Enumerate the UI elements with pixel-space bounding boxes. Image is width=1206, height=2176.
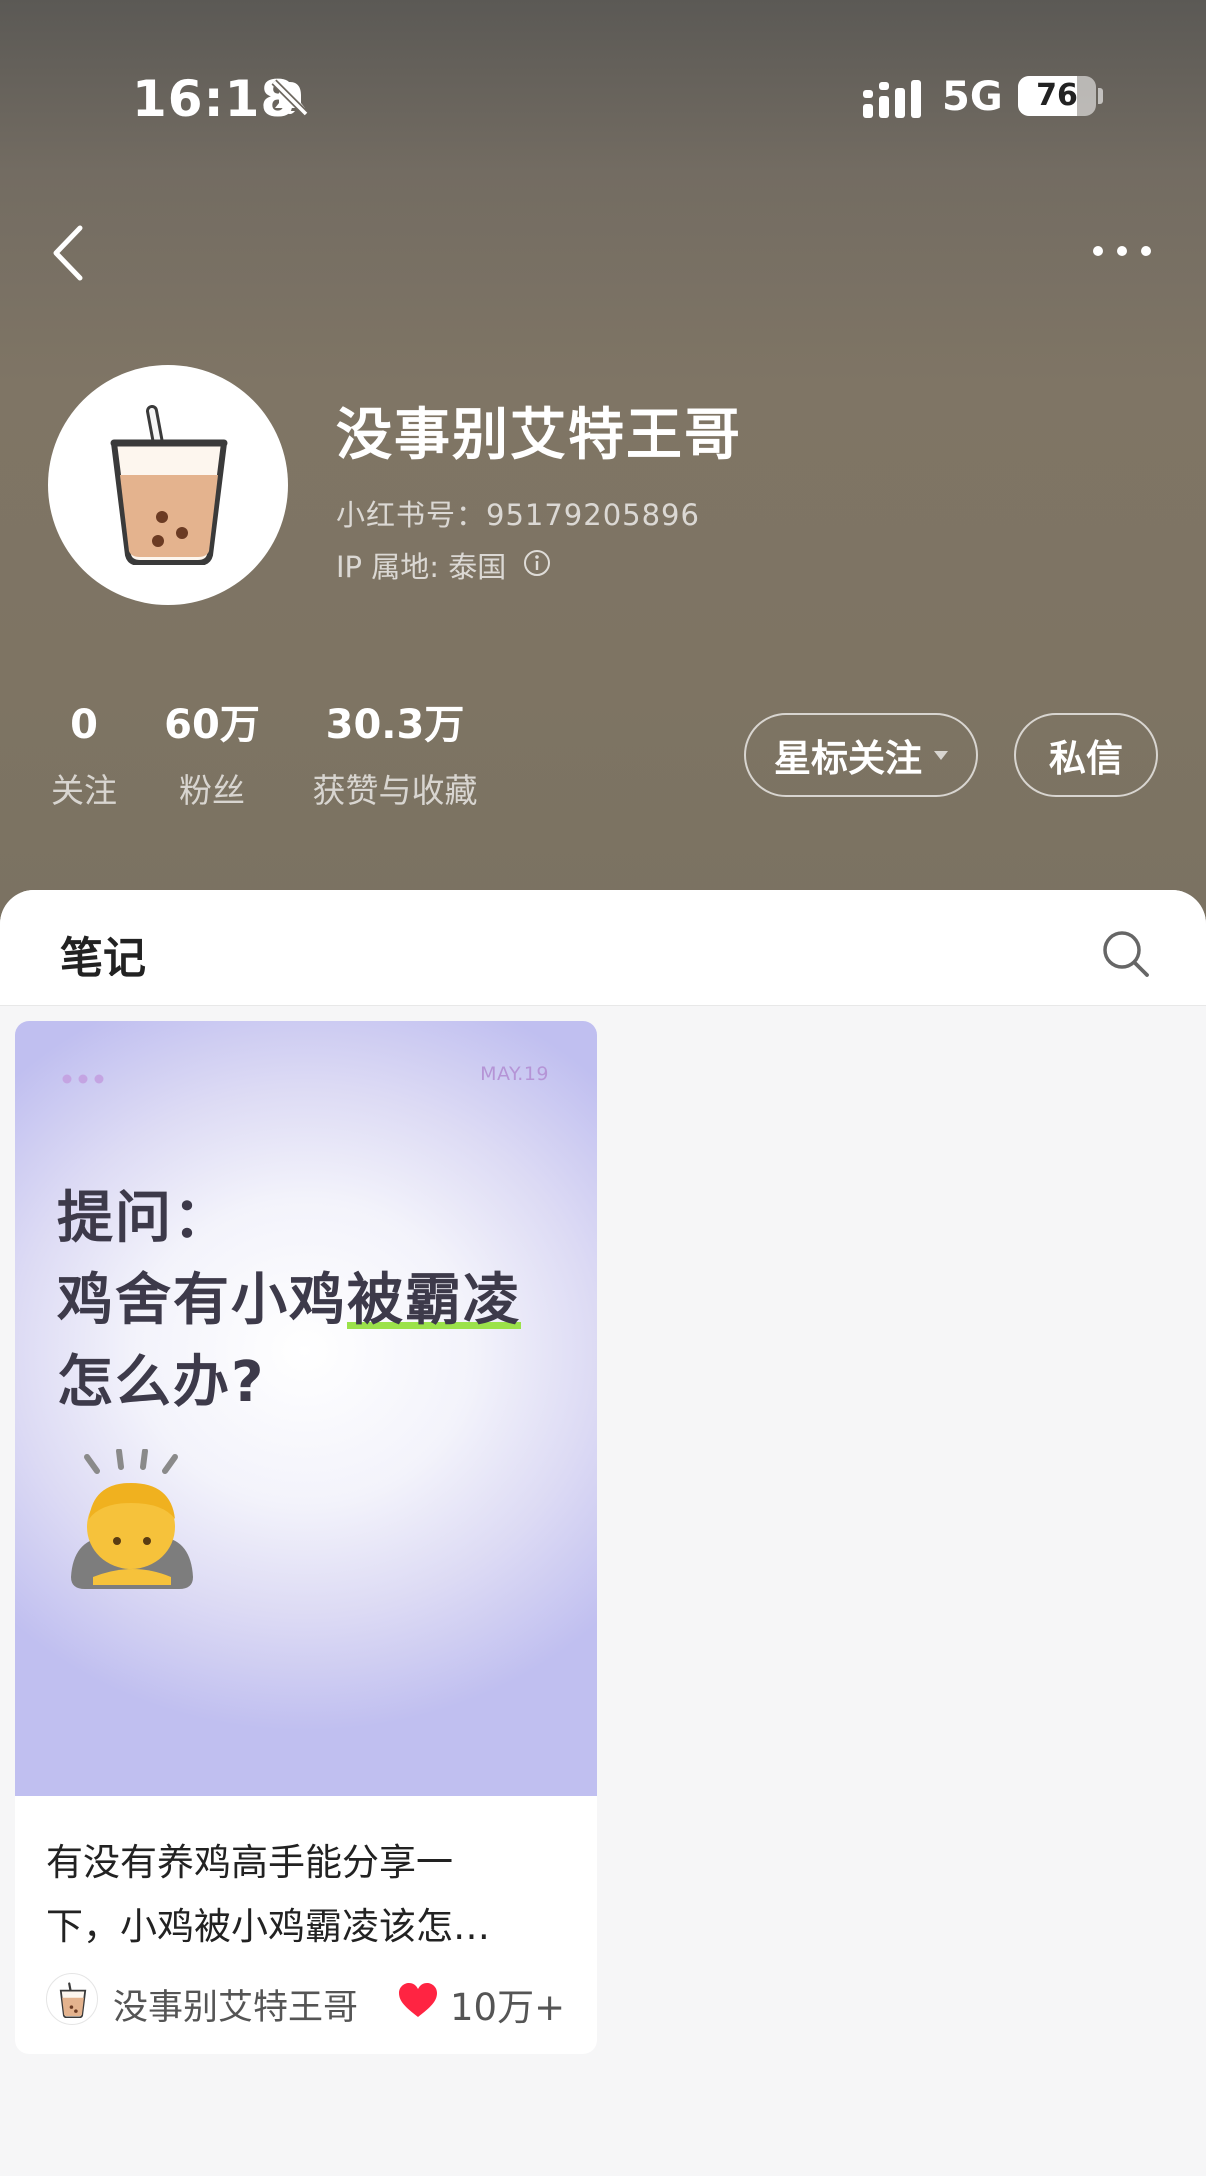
battery-percent: 76: [1036, 78, 1078, 113]
tab-notes[interactable]: 笔记: [60, 924, 146, 986]
stat-likes-value: 30.3万: [325, 702, 465, 748]
stat-followers-label: 粉丝: [179, 771, 245, 810]
cover-line-1: 提问：: [57, 1186, 231, 1251]
stat-likes-label: 获赞与收藏: [312, 771, 478, 810]
note-cover-image[interactable]: MAY.19 提问： 鸡舍有小鸡被霸凌 怎么办?: [15, 1021, 597, 1796]
stat-followers[interactable]: 60万 粉丝: [156, 700, 268, 812]
status-bar: 16:18 5G 76: [0, 60, 1206, 130]
cover-line-2-plain: 鸡舍有小鸡: [57, 1268, 347, 1333]
stat-following-label: 关注: [51, 771, 117, 810]
battery-tip: [1098, 88, 1103, 104]
tab-bar: 笔记: [0, 890, 1206, 1006]
red-id: 小红书号：95179205896: [336, 498, 700, 532]
profile-name: 没事别艾特王哥: [336, 403, 742, 468]
dots-icon: [62, 1074, 104, 1084]
stat-likes-collects[interactable]: 30.3万 获赞与收藏: [300, 700, 490, 812]
signal-icon: [863, 80, 921, 118]
stat-following[interactable]: 0 关注: [44, 700, 124, 812]
content-panel: 笔记 MAY.19 提问： 鸡舍有小鸡被霸凌 怎么办? 有没有养鸡高手能分享一 …: [0, 890, 1206, 2176]
cover-line-2-highlight: 被霸凌: [347, 1268, 521, 1333]
battery-icon: 76: [1018, 76, 1096, 116]
chevron-down-icon: [934, 750, 948, 760]
info-icon[interactable]: [522, 548, 552, 578]
more-options-icon[interactable]: [1090, 236, 1154, 266]
author-name[interactable]: 没事别艾特王哥: [113, 1979, 358, 2030]
note-card[interactable]: MAY.19 提问： 鸡舍有小鸡被霸凌 怎么办? 有没有养鸡高手能分享一 下，小…: [15, 1021, 597, 2054]
stat-followers-value: 60万: [164, 702, 260, 748]
star-follow-label: 星标关注: [774, 737, 922, 780]
cover-line-2: 鸡舍有小鸡被霸凌: [57, 1255, 521, 1336]
back-arrow-icon[interactable]: [48, 222, 88, 284]
like-count: 10万+: [450, 1986, 566, 2029]
bowing-person-emoji: [71, 1449, 193, 1589]
cover-date: MAY.19: [480, 1063, 549, 1085]
cover-line-3: 怎么办?: [57, 1350, 266, 1415]
bubble-tea-icon: [110, 405, 228, 565]
author-avatar[interactable]: [46, 1973, 98, 2025]
note-title-line-2: 下，小鸡被小鸡霸凌该怎…: [46, 1905, 490, 1948]
bubble-tea-icon: [59, 1982, 87, 2018]
search-icon[interactable]: [1100, 928, 1152, 980]
message-label: 私信: [1049, 737, 1123, 780]
message-button[interactable]: 私信: [1014, 713, 1158, 797]
note-title-line-1: 有没有养鸡高手能分享一: [46, 1841, 453, 1884]
stat-following-value: 0: [70, 702, 98, 748]
profile-avatar[interactable]: [48, 365, 288, 605]
mute-bell-icon: [271, 79, 309, 117]
network-type: 5G: [942, 74, 1003, 120]
note-title[interactable]: 有没有养鸡高手能分享一 下，小鸡被小鸡霸凌该怎…: [46, 1831, 576, 1959]
heart-icon[interactable]: [397, 1981, 439, 2019]
ip-location: IP 属地: 泰国: [336, 550, 507, 584]
star-follow-button[interactable]: 星标关注: [744, 713, 978, 797]
